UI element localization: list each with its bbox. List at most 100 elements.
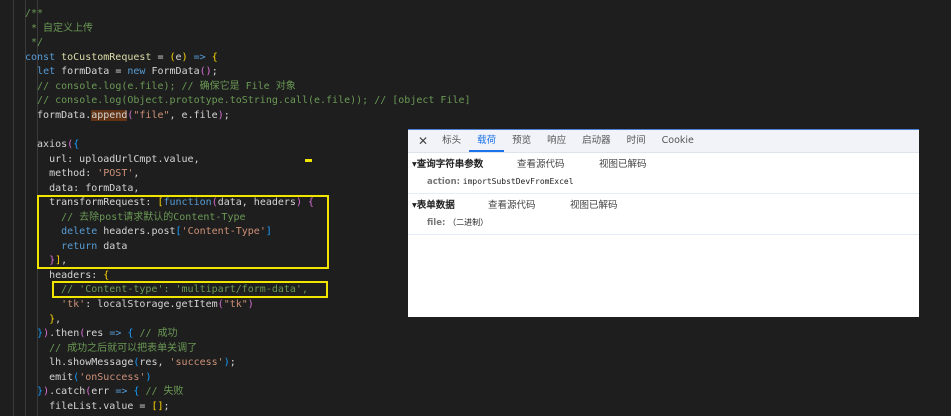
tab-payload[interactable]: 载荷 — [469, 130, 505, 152]
code-token: /** — [25, 8, 44, 19]
code-line: }, — [25, 312, 61, 327]
code-token: 'POST' — [97, 168, 134, 180]
code-line: method: 'POST', — [25, 166, 139, 181]
param-key: action: — [427, 177, 461, 187]
query-string-section: ▾查询字符串参数 查看源代码 视图已解码 action: importSubst… — [408, 153, 919, 194]
code-token: FormData — [151, 66, 200, 78]
code-token: // console.log(Object.prototype.toString… — [37, 95, 471, 107]
tab-cookies[interactable]: Cookie — [654, 130, 702, 152]
param-value: （二进制） — [448, 218, 489, 227]
tab-timing[interactable]: 时间 — [619, 130, 654, 152]
code-token: 'tk' — [61, 299, 86, 310]
code-line: url: uploadUrlCmpt.value, — [25, 152, 200, 167]
code-token: { — [73, 138, 80, 150]
highlight-box-transform-request — [37, 195, 329, 269]
code-token: formData = — [61, 66, 128, 78]
code-line: let formData = new FormData(); — [25, 64, 218, 79]
code-token: 'onSuccess' — [79, 371, 146, 383]
code-token: data: formData, — [25, 182, 140, 194]
code-line: lh.showMessage(res, 'success'); — [25, 355, 236, 370]
code-token: ; — [223, 109, 230, 121]
code-line: // console.log(e.file); // 确保它是 File 对象 — [25, 79, 296, 94]
code-token: "tk" — [223, 299, 248, 310]
code-line: fileList.value = []; — [25, 399, 170, 414]
code-token: res, — [139, 357, 170, 369]
code-token: err — [91, 386, 116, 398]
param-value: importSubstDevFromExcel — [462, 177, 574, 186]
code-token: * 自定义上传 — [25, 22, 94, 34]
code-line: // console.log(Object.prototype.toString… — [25, 93, 471, 108]
code-token: // 成功之后就可以把表单关调了 — [49, 342, 198, 354]
code-token: fileList.value = — [25, 400, 152, 412]
code-token: formData. — [25, 109, 92, 121]
tab-response[interactable]: 响应 — [539, 130, 574, 152]
code-token: new — [127, 66, 152, 78]
form-section-toggle[interactable]: ▾表单数据 — [408, 197, 488, 211]
code-token: lh.showMessage — [25, 357, 134, 369]
code-token: url: uploadUrlCmpt.value, — [25, 153, 200, 165]
query-view-decoded-link[interactable]: 视图已解码 — [599, 156, 647, 170]
code-token: */ — [25, 37, 44, 49]
code-line: emit('onSuccess') — [25, 370, 151, 385]
code-token: let — [37, 66, 62, 78]
code-token: 'success' — [169, 357, 224, 369]
code-token: axios — [25, 138, 68, 150]
code-token: // 成功 — [139, 328, 178, 340]
query-view-source-link[interactable]: 查看源代码 — [517, 156, 599, 170]
code-token: ) — [145, 371, 152, 383]
code-line: */ — [25, 35, 43, 50]
form-view-decoded-link[interactable]: 视图已解码 — [570, 197, 618, 211]
code-token: toCustomRequest — [61, 51, 152, 63]
code-token: ; — [211, 66, 218, 78]
code-token: , — [55, 313, 62, 325]
code-token: { — [211, 51, 218, 63]
form-view-source-link[interactable]: 查看源代码 — [488, 197, 570, 211]
code-line: axios({ — [25, 137, 79, 152]
panel-tabs: ✕ 标头 载荷 预览 响应 启动器 时间 Cookie — [408, 130, 919, 153]
code-token: append — [91, 109, 128, 121]
param-key: file: — [427, 218, 446, 228]
code-token: method: — [25, 168, 98, 180]
code-token: => — [115, 386, 134, 398]
code-token: , e.file — [169, 109, 218, 121]
code-line: data: formData, — [25, 181, 139, 196]
code-token: // console.log(e.file); // 确保它是 File 对象 — [37, 80, 296, 92]
code-token: emit — [25, 371, 74, 383]
highlight-box-content-type — [52, 281, 328, 298]
tab-preview[interactable]: 预览 — [504, 130, 539, 152]
query-param-row: action: importSubstDevFromExcel — [408, 173, 919, 193]
code-token: [] — [151, 400, 164, 412]
tab-initiator[interactable]: 启动器 — [574, 130, 619, 152]
code-line: * 自定义上传 — [25, 21, 93, 36]
form-data-section: ▾表单数据 查看源代码 视图已解码 file: （二进制） — [408, 194, 919, 235]
code-token: { — [103, 269, 110, 281]
code-line: }).then(res => { // 成功 — [25, 326, 178, 341]
code-token: ) — [247, 299, 254, 310]
tab-headers[interactable]: 标头 — [434, 130, 469, 152]
code-token: const — [25, 51, 62, 63]
code-token: = — [151, 51, 170, 63]
close-icon[interactable]: ✕ — [408, 134, 434, 148]
code-token: => — [109, 328, 128, 340]
devtools-payload-panel: ✕ 标头 载荷 预览 响应 启动器 时间 Cookie ▾查询字符串参数 查看源… — [408, 129, 919, 317]
code-token: ; — [163, 400, 170, 412]
code-line: 'tk': localStorage.getItem("tk") — [25, 297, 254, 312]
code-token: () — [199, 66, 212, 78]
code-token: "file" — [133, 109, 170, 121]
code-line: const toCustomRequest = (e) => { — [25, 50, 218, 65]
code-token: headers: — [25, 269, 104, 281]
code-token: .catch — [49, 386, 86, 398]
code-line: // 成功之后就可以把表单关调了 — [25, 341, 197, 356]
indent-guide — [13, 0, 14, 416]
form-param-row: file: （二进制） — [408, 214, 919, 234]
query-section-toggle[interactable]: ▾查询字符串参数 — [408, 156, 517, 170]
code-line: }).catch(err => { // 失败 — [25, 384, 184, 399]
code-line: formData.append("file", e.file); — [25, 108, 230, 123]
code-token: => — [187, 51, 212, 63]
